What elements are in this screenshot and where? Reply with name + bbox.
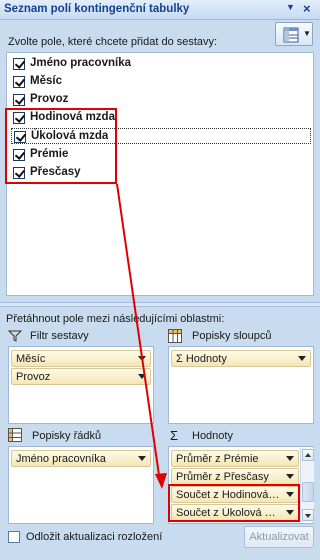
field-layout-icon xyxy=(283,27,299,43)
scroll-thumb[interactable] xyxy=(302,482,314,502)
chip-label: Jméno pracovníka xyxy=(16,453,106,465)
row-labels-chip[interactable]: Jméno pracovníka xyxy=(11,450,151,467)
values-chip[interactable]: Průměr z Prémie xyxy=(171,450,299,467)
field-label: Přesčasy xyxy=(30,166,81,178)
scroll-down-icon[interactable] xyxy=(302,509,314,521)
field-label: Prémie xyxy=(30,148,69,160)
chevron-down-icon[interactable] xyxy=(298,356,306,361)
chevron-down-icon[interactable] xyxy=(138,356,146,361)
field-item[interactable]: Provoz xyxy=(11,92,311,108)
chevron-down-icon[interactable] xyxy=(286,456,294,461)
values-chip[interactable]: Součet z Úkolová … xyxy=(171,504,299,521)
update-button[interactable]: Aktualizovat xyxy=(244,526,314,548)
chevron-down-icon[interactable] xyxy=(138,456,146,461)
field-item[interactable]: Hodinová mzda xyxy=(11,110,311,126)
chip-label: Provoz xyxy=(16,371,51,383)
field-label: Úkolová mzda xyxy=(31,130,109,142)
column-grid-icon xyxy=(168,329,182,343)
field-checkbox[interactable] xyxy=(13,76,25,88)
defer-update-label: Odložit aktualizaci rozložení xyxy=(26,531,163,543)
chip-label: Součet z Úkolová … xyxy=(176,507,276,519)
field-checkbox[interactable] xyxy=(13,58,25,70)
panel-title: Seznam polí kontingenční tabulky xyxy=(4,3,190,15)
column-labels-area[interactable]: Σ Hodnoty xyxy=(168,346,314,424)
column-labels-label: Popisky sloupců xyxy=(192,330,272,342)
chevron-down-icon[interactable] xyxy=(286,492,294,497)
field-checkbox[interactable] xyxy=(13,149,25,161)
field-checkbox[interactable] xyxy=(13,112,25,124)
values-label: Hodnoty xyxy=(192,430,233,442)
report-filter-label: Filtr sestavy xyxy=(30,330,89,342)
panel-titlebar: Seznam polí kontingenční tabulky ▼ × xyxy=(0,0,320,20)
report-filter-chip[interactable]: Měsíc xyxy=(11,350,151,367)
chip-label: Σ Hodnoty xyxy=(176,353,227,365)
report-filter-area[interactable]: Měsíc Provoz xyxy=(8,346,154,424)
chip-label: Měsíc xyxy=(16,353,46,365)
choose-fields-prompt: Zvolte pole, které chcete přidat do sest… xyxy=(8,36,218,48)
row-labels-area[interactable]: Jméno pracovníka xyxy=(8,446,154,524)
field-label: Hodinová mzda xyxy=(30,111,115,123)
section-splitter[interactable] xyxy=(0,302,320,307)
values-area[interactable]: Průměr z Prémie Průměr z Přesčasy Součet… xyxy=(168,446,314,524)
chip-label: Průměr z Přesčasy xyxy=(176,471,269,483)
scroll-up-icon[interactable] xyxy=(302,449,314,461)
field-item[interactable]: Prémie xyxy=(11,147,311,163)
values-scrollbar[interactable] xyxy=(300,448,314,522)
column-labels-chip[interactable]: Σ Hodnoty xyxy=(171,350,311,367)
caret-down-icon: ▼ xyxy=(303,29,311,38)
chip-label: Průměr z Prémie xyxy=(176,453,259,465)
chevron-down-icon[interactable] xyxy=(138,374,146,379)
field-label: Jméno pracovníka xyxy=(30,57,131,69)
sigma-icon: Σ xyxy=(170,428,179,443)
row-grid-icon xyxy=(8,428,22,442)
field-checkbox[interactable] xyxy=(14,131,26,143)
values-chip[interactable]: Průměr z Přesčasy xyxy=(171,468,299,485)
chip-label: Součet z Hodinová… xyxy=(176,489,280,501)
field-item[interactable]: Jméno pracovníka xyxy=(11,56,311,72)
field-list: Jméno pracovníka Měsíc Provoz Hodinová m… xyxy=(6,52,314,296)
field-item[interactable]: Přesčasy xyxy=(11,165,311,181)
field-label: Měsíc xyxy=(30,75,62,87)
drag-fields-prompt: Přetáhnout pole mezi následujícími oblas… xyxy=(6,313,225,325)
field-item[interactable]: Úkolová mzda xyxy=(11,128,311,144)
values-chip[interactable]: Součet z Hodinová… xyxy=(171,486,299,503)
chevron-down-icon[interactable]: ▼ xyxy=(286,2,295,12)
filter-icon xyxy=(8,330,22,342)
chevron-down-icon[interactable] xyxy=(286,474,294,479)
defer-update-checkbox[interactable] xyxy=(8,531,20,543)
field-layout-button[interactable]: ▼ xyxy=(275,22,313,46)
field-checkbox[interactable] xyxy=(13,94,25,106)
report-filter-chip[interactable]: Provoz xyxy=(11,368,151,385)
field-checkbox[interactable] xyxy=(13,167,25,179)
chevron-down-icon[interactable] xyxy=(286,510,294,515)
field-item[interactable]: Měsíc xyxy=(11,74,311,90)
close-icon[interactable]: × xyxy=(303,1,311,16)
row-labels-label: Popisky řádků xyxy=(32,430,102,442)
field-label: Provoz xyxy=(30,93,69,105)
